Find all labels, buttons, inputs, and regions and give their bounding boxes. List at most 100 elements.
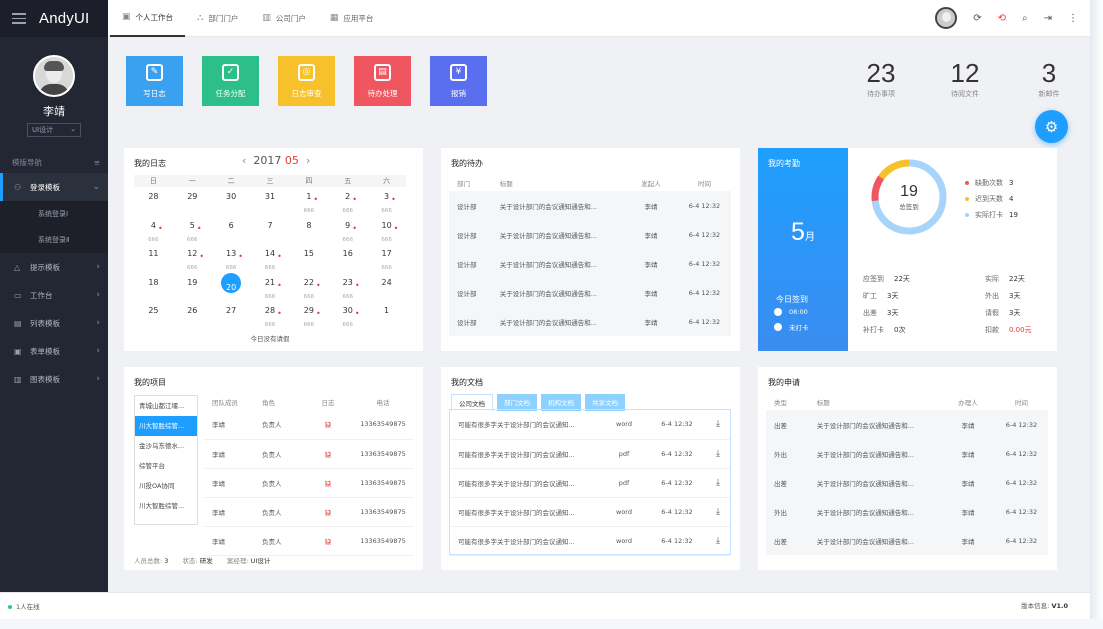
list-icon[interactable]: ≡ [94,158,100,167]
download-icon[interactable]: ⤓ [716,507,720,517]
calendar-day[interactable]: 6 [212,216,251,245]
calendar-day[interactable]: 24 [367,273,406,302]
shortcut-review[interactable]: ◎ 日志审查 [278,56,335,106]
stat-mail[interactable]: 3 新邮件 [1024,58,1074,99]
shortcut-yen[interactable]: ¥ 报销 [430,56,487,106]
user-avatar[interactable] [935,7,958,29]
sidebar-item-2[interactable]: △ 提示模板 › [0,253,108,281]
calendar-day[interactable]: 25 [134,301,173,330]
calendar-day[interactable]: 27 [212,301,251,330]
table-row[interactable]: 李靖 负责人缺 13363549875 [204,439,414,469]
calendar-day[interactable]: 28 • 666 [251,301,290,330]
calendar-day[interactable]: 7 [251,216,290,245]
stat-unread[interactable]: 12 待阅文件 [940,58,990,99]
calendar-day[interactable]: 9 • 666 [328,216,367,245]
calendar-day[interactable]: 15 [289,244,328,273]
table-row[interactable]: 设计部 关于设计部门的会议通知通告和... 李靖 6-4 12:32 [449,220,731,249]
table-row[interactable]: 李靖 负责人缺 13363549875 [204,468,414,498]
prev-month-icon[interactable]: ‹ [242,154,246,167]
table-row[interactable]: 设计部 关于设计部门的会议通知通告和... 李靖 6-4 12:32 [449,191,731,220]
table-row[interactable]: 出差 关于设计部门的会议通知通告和... 李靖 6-4 12:32 [766,468,1048,497]
sidebar-item-6[interactable]: ▥ 图表模板 › [0,365,108,393]
sidebar-subitem[interactable]: 系统登录Ⅱ [0,227,108,253]
calendar-day[interactable]: 28 [134,187,173,216]
gear-icon[interactable]: ⚙ [1035,110,1068,143]
shortcut-edit[interactable]: ✎ 写日志 [126,56,183,106]
table-row[interactable]: 李靖 负责人缺 13363549875 [204,526,414,556]
calendar-day[interactable]: 1 • 666 [289,187,328,216]
table-row[interactable]: 可能有很多字关于设计部门的会议通知... word 6-4 12:32 ⤓ [450,497,730,527]
more-icon[interactable]: ⋮ [1068,13,1078,24]
table-row[interactable]: 可能有很多字关于设计部门的会议通知... word 6-4 12:32 ⤓ [450,410,730,440]
calendar-day[interactable]: 11 [134,244,173,273]
calendar-day[interactable]: 20 [212,272,251,302]
table-row[interactable]: 可能有很多字关于设计部门的会议通知... pdf 6-4 12:32 ⤓ [450,439,730,469]
project-list-item[interactable]: 金沙乌东德水... [135,436,197,456]
calendar-day[interactable]: 30 [212,187,251,216]
menu-icon[interactable] [12,13,26,24]
tab-3[interactable]: ▥ 公司门户 [250,0,318,37]
table-row[interactable]: 外出 关于设计部门的会议通知通告和... 李靖 6-4 12:32 [766,439,1048,468]
table-row[interactable]: 出差 关于设计部门的会议通知通告和... 李靖 6-4 12:32 [766,410,1048,439]
project-list-item[interactable]: 川大智胜综管... [135,496,197,516]
calendar-day[interactable]: 22 • 666 [289,273,328,302]
calendar-day[interactable]: 13 • 666 [212,244,251,273]
project-list-item[interactable]: 综管平台 [135,456,197,476]
calendar-day[interactable]: 14 • 666 [251,244,290,273]
download-icon[interactable]: ⤓ [716,449,720,459]
tab-2[interactable]: ⛬ 部门门户 [185,0,250,37]
calendar-day[interactable]: 10 • 666 [367,216,406,245]
calendar-day[interactable]: 18 [134,273,173,302]
sidebar-item-4[interactable]: ▤ 列表模板 › [0,309,108,337]
sidebar-item-1[interactable]: ⚇ 登录模板 ⌄ [0,173,108,201]
table-row[interactable]: 设计部 关于设计部门的会议通知通告和... 李靖 6-4 12:32 [449,278,731,307]
table-row[interactable]: 可能有很多字关于设计部门的会议通知... pdf 6-4 12:32 ⤓ [450,468,730,498]
calendar-day[interactable]: 26 [173,301,212,330]
tab-1[interactable]: ▣ 个人工作台 [110,0,186,37]
today-marker[interactable]: 20 [221,272,242,293]
calendar-day[interactable]: 4 • 666 [134,216,173,245]
calendar-day[interactable]: 2 • 666 [328,187,367,216]
calendar-day[interactable]: 12 • 666 [173,244,212,273]
calendar-day[interactable]: 3 • 666 [367,187,406,216]
project-list-item[interactable]: 川大智胜综管... [135,416,197,436]
calendar-day[interactable]: 19 [173,273,212,302]
sidebar-item-3[interactable]: ▭ 工作台 › [0,281,108,309]
shortcut-briefcase[interactable]: ▤ 待办处理 [354,56,411,106]
table-row[interactable]: 可能有很多字关于设计部门的会议通知... word 6-4 12:32 ⤓ [450,526,730,556]
tab-4[interactable]: ▦ 应用平台 [318,0,386,37]
calendar-day[interactable]: 16 [328,244,367,273]
stat-todo[interactable]: 23 待办事项 [856,58,906,99]
download-icon[interactable]: ⤓ [716,419,720,429]
calendar-day[interactable]: 30 • 666 [328,301,367,330]
role-select[interactable]: UI设计 ⌄ [27,123,81,137]
table-row[interactable]: 设计部 关于设计部门的会议通知通告和... 李靖 6-4 12:32 [449,307,731,336]
calendar-day[interactable]: 29 • 666 [289,301,328,330]
calendar-day[interactable]: 5 • 666 [173,216,212,245]
table-row[interactable]: 外出 关于设计部门的会议通知通告和... 李靖 6-4 12:32 [766,497,1048,526]
table-row[interactable]: 设计部 关于设计部门的会议通知通告和... 李靖 6-4 12:32 [449,249,731,278]
avatar[interactable] [33,55,75,97]
project-list-item[interactable]: 川投OA协同 [135,476,197,496]
sidebar-item-5[interactable]: ▣ 表单模板 › [0,337,108,365]
refresh-icon[interactable]: ⟳ [973,13,981,24]
calendar-day[interactable]: 17 666 [367,244,406,273]
download-icon[interactable]: ⤓ [716,478,720,488]
notification-icon[interactable]: ⟲ [998,13,1006,24]
calendar-day[interactable]: 29 [173,187,212,216]
table-row[interactable]: 李靖 负责人缺 13363549875 [204,410,414,440]
sidebar-subitem[interactable]: 系统登录Ⅰ [0,201,108,227]
logout-icon[interactable]: ⇥ [1044,13,1052,24]
calendar-day[interactable]: 23 • 666 [328,273,367,302]
table-row[interactable]: 出差 关于设计部门的会议通知通告和... 李靖 6-4 12:32 [766,526,1048,555]
download-icon[interactable]: ⤓ [716,536,720,546]
calendar-day[interactable]: 1 [367,301,406,330]
calendar-day[interactable]: 8 [289,216,328,245]
project-list-item[interactable]: 青城山都江堰... [135,396,197,416]
table-row[interactable]: 李靖 负责人缺 13363549875 [204,497,414,527]
next-month-icon[interactable]: › [306,154,310,167]
shortcut-task[interactable]: ✓ 任务分配 [202,56,259,106]
calendar-day[interactable]: 31 [251,187,290,216]
search-icon[interactable]: ⌕ [1022,13,1028,24]
calendar-day[interactable]: 21 • 666 [251,273,290,302]
